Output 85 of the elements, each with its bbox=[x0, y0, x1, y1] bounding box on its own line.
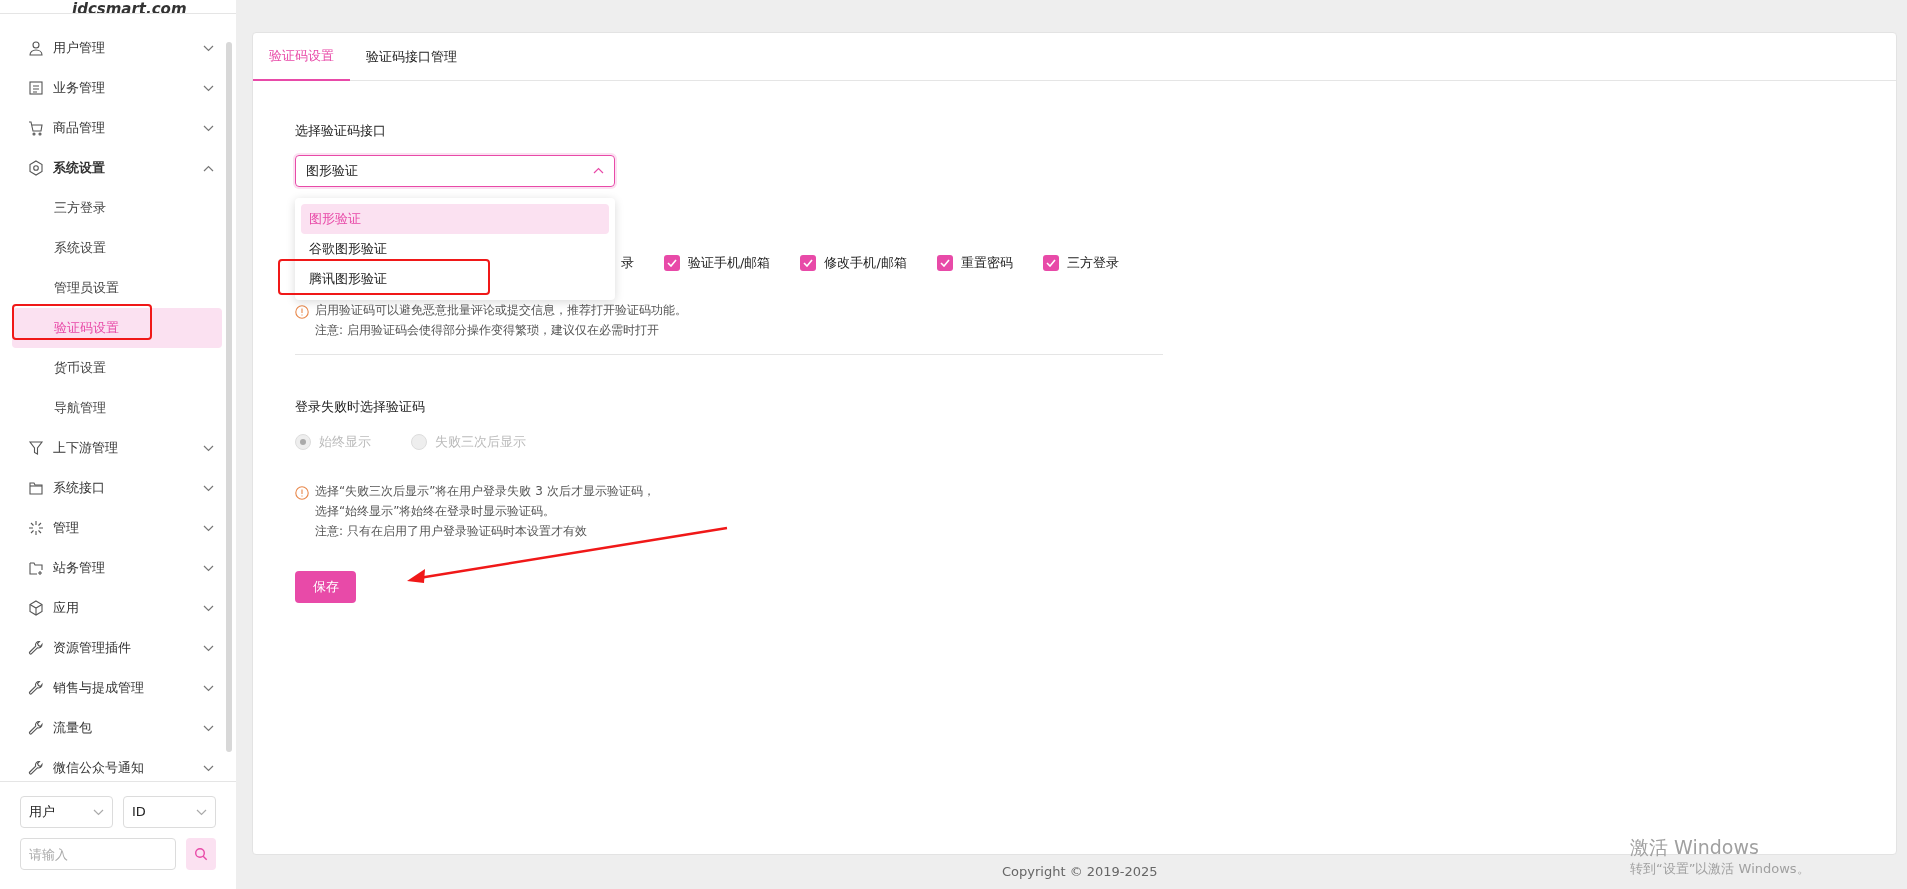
checkbox-label: 验证手机/邮箱 bbox=[688, 253, 771, 272]
wrench-icon bbox=[28, 680, 44, 696]
sidebar-item[interactable]: 商品管理 bbox=[12, 108, 222, 148]
radio-label: 始终显示 bbox=[319, 433, 371, 451]
chevron-icon bbox=[203, 764, 214, 772]
folder-icon bbox=[28, 480, 44, 496]
chevron-icon bbox=[203, 164, 214, 172]
help-text: 启用验证码可以避免恶意批量评论或提交信息，推荐打开验证码功能。 bbox=[315, 302, 687, 318]
chevron-icon bbox=[203, 524, 214, 532]
help-text: 选择“失败三次后显示”将在用户登录失败 3 次后才显示验证码， bbox=[315, 483, 655, 499]
sidebar-item[interactable]: 应用 bbox=[12, 588, 222, 628]
chevron-icon bbox=[203, 644, 214, 652]
submenu-item[interactable]: 导航管理 bbox=[12, 388, 222, 428]
search-button[interactable] bbox=[186, 838, 216, 870]
hexagon-icon bbox=[28, 160, 44, 176]
save-button[interactable]: 保存 bbox=[295, 570, 356, 603]
chevron-icon bbox=[93, 808, 104, 816]
document-icon bbox=[28, 80, 44, 96]
chevron-icon bbox=[203, 44, 214, 52]
sidebar-item[interactable]: 上下游管理 bbox=[12, 428, 222, 468]
chevron-icon bbox=[203, 84, 214, 92]
checkbox-label: 录 bbox=[621, 253, 634, 272]
cart-icon bbox=[28, 120, 44, 136]
checkbox[interactable] bbox=[664, 254, 680, 271]
field-label: 选择验证码接口 bbox=[295, 122, 387, 140]
warning-icon bbox=[295, 485, 309, 500]
checkmark-icon bbox=[939, 258, 950, 267]
activation-title: 激活 Windows bbox=[1630, 835, 1760, 859]
search-input[interactable]: 请输入 bbox=[20, 838, 176, 870]
checkmark-icon bbox=[1045, 258, 1056, 267]
chevron-icon bbox=[593, 167, 604, 174]
interface-select[interactable]: 图形验证 bbox=[295, 154, 615, 187]
checkbox-label: 重置密码 bbox=[960, 253, 1013, 272]
chevron-icon bbox=[203, 604, 214, 612]
field-select[interactable]: ID bbox=[123, 796, 216, 828]
sidebar-item[interactable]: 管理 bbox=[12, 508, 222, 548]
type-select[interactable]: 用户 bbox=[20, 796, 113, 828]
sidebar-item[interactable]: 系统接口 bbox=[12, 468, 222, 508]
submenu-item[interactable]: 货币设置 bbox=[12, 348, 222, 388]
chevron-icon bbox=[196, 808, 207, 816]
checkbox[interactable] bbox=[1042, 254, 1059, 271]
submenu-item[interactable]: 管理员设置 bbox=[12, 268, 222, 308]
sidebar-item[interactable]: 业务管理 bbox=[12, 68, 222, 108]
activation-subtitle: 转到“设置”以激活 Windows。 bbox=[1630, 860, 1810, 878]
field-label: 登录失败时选择验证码 bbox=[295, 397, 426, 416]
submenu-item[interactable]: 三方登录 bbox=[12, 188, 222, 228]
wrench-icon bbox=[28, 720, 44, 736]
checkbox[interactable] bbox=[800, 254, 817, 271]
sidebar-item[interactable]: 销售与提成管理 bbox=[12, 668, 222, 708]
checkbox-label: 修改手机/邮箱 bbox=[824, 253, 907, 272]
warning-icon bbox=[295, 304, 309, 319]
user-icon bbox=[28, 40, 44, 56]
checkmark-icon bbox=[803, 258, 814, 267]
dropdown-option[interactable]: 谷歌图形验证 bbox=[301, 233, 609, 264]
chevron-icon bbox=[203, 444, 214, 452]
checkbox-label: 三方登录 bbox=[1066, 253, 1119, 272]
sidebar-item[interactable]: 流量包 bbox=[12, 708, 222, 748]
submenu-item[interactable]: 系统设置 bbox=[12, 228, 222, 268]
chevron-icon bbox=[203, 484, 214, 492]
chevron-icon bbox=[203, 684, 214, 692]
chevron-icon bbox=[203, 724, 214, 732]
wrench-icon bbox=[28, 760, 44, 776]
search-icon bbox=[194, 847, 208, 861]
cube-icon bbox=[28, 600, 44, 616]
folder-plus-icon bbox=[28, 560, 44, 576]
tab[interactable]: 验证码接口管理 bbox=[350, 33, 473, 81]
dropdown-option[interactable]: 腾讯图形验证 bbox=[301, 263, 609, 294]
copyright-text: Copyright © 2019-2025 bbox=[1002, 863, 1158, 882]
help-text: 选择“始终显示”将始终在登录时显示验证码。 bbox=[315, 503, 557, 519]
wrench-icon bbox=[28, 640, 44, 656]
checkbox[interactable] bbox=[936, 254, 953, 271]
scrollbar[interactable] bbox=[226, 42, 232, 752]
sidebar-item[interactable]: 用户管理 bbox=[12, 28, 222, 68]
chevron-icon bbox=[203, 564, 214, 572]
tab[interactable]: 验证码设置 bbox=[253, 33, 350, 81]
funnel-icon bbox=[28, 440, 44, 456]
chevron-icon bbox=[203, 124, 214, 132]
sparkle-icon bbox=[28, 520, 44, 536]
help-text: 注意: 只有在启用了用户登录验证码时本设置才有效 bbox=[315, 523, 588, 539]
checkmark-icon bbox=[667, 258, 677, 267]
help-text: 注意: 启用验证码会使得部分操作变得繁琐，建议仅在必需时打开 bbox=[315, 322, 660, 338]
sidebar-item[interactable]: 资源管理插件 bbox=[12, 628, 222, 668]
sidebar-item[interactable]: 系统设置 bbox=[12, 148, 222, 188]
sidebar-item[interactable]: 微信公众号通知 bbox=[12, 748, 222, 781]
sidebar-item[interactable]: 站务管理 bbox=[12, 548, 222, 588]
